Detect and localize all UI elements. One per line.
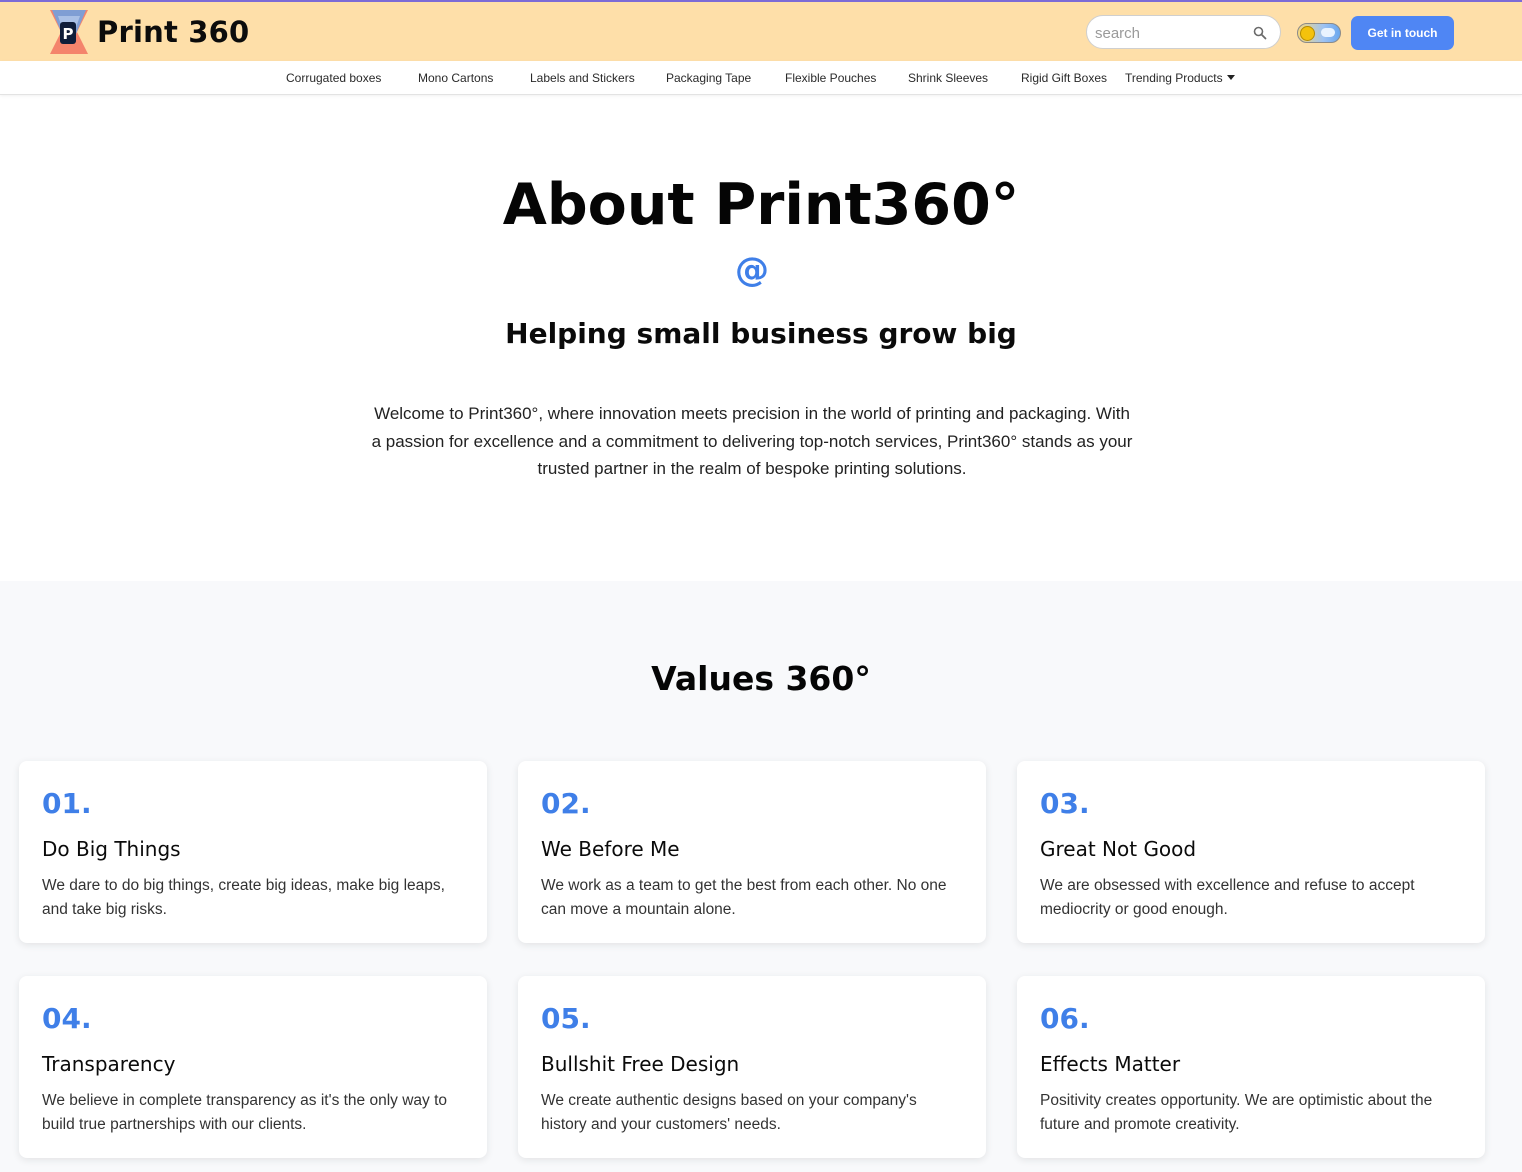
get-in-touch-button[interactable]: Get in touch: [1351, 16, 1454, 50]
nav-item-shrink-sleeves[interactable]: Shrink Sleeves: [908, 71, 988, 85]
sun-icon: [1300, 26, 1315, 41]
value-description: We are obsessed with excellence and refu…: [1040, 877, 1415, 918]
value-title: Great Not Good: [1040, 837, 1197, 861]
caret-down-icon: [1226, 75, 1235, 80]
nav-item-labels-and-stickers[interactable]: Labels and Stickers: [530, 71, 635, 85]
svg-text:P: P: [63, 25, 74, 43]
brand-name: Print 360: [97, 15, 250, 49]
value-title: Do Big Things: [42, 837, 181, 861]
cloud-icon: [1321, 28, 1335, 37]
page-title: About Print360°: [502, 172, 1020, 238]
search-box: [1086, 15, 1281, 49]
search-icon[interactable]: [1253, 25, 1267, 40]
search-input[interactable]: [1095, 23, 1250, 43]
value-number: 06.: [1040, 1002, 1090, 1035]
value-description: We work as a team to get the best from e…: [541, 877, 947, 918]
values-title: Values 360°: [651, 659, 871, 698]
value-card: 03. Great Not Good We are obsessed with …: [1017, 761, 1485, 943]
theme-toggle[interactable]: [1297, 23, 1341, 43]
value-card: 04. Transparency We believe in complete …: [19, 976, 487, 1158]
print360-logo: P: [50, 10, 88, 54]
value-title: We Before Me: [541, 837, 680, 861]
value-title: Transparency: [42, 1052, 176, 1076]
top-header: P Print 360 Get in touch: [0, 0, 1522, 61]
trending-products-label: Trending Products: [1125, 71, 1223, 85]
nav-item-corrugated-boxes[interactable]: Corrugated boxes: [286, 71, 381, 85]
value-description: We dare to do big things, create big ide…: [42, 877, 445, 918]
value-card: 01. Do Big Things We dare to do big thin…: [19, 761, 487, 943]
value-title: Effects Matter: [1040, 1052, 1181, 1076]
hero-description: Welcome to Print360°, where innovation m…: [371, 404, 1133, 478]
value-number: 05.: [541, 1002, 591, 1035]
value-card: 02. We Before Me We work as a team to ge…: [518, 761, 986, 943]
nav-item-trending-products[interactable]: Trending Products: [1125, 71, 1235, 85]
hero-subtitle: Helping small business grow big: [505, 317, 1017, 350]
nav-item-flexible-pouches[interactable]: Flexible Pouches: [785, 71, 876, 85]
value-title: Bullshit Free Design: [541, 1052, 740, 1076]
brand[interactable]: P Print 360: [50, 10, 249, 54]
value-number: 01.: [42, 787, 92, 820]
value-number: 03.: [1040, 787, 1090, 820]
nav-item-rigid-gift-boxes[interactable]: Rigid Gift Boxes: [1021, 71, 1107, 85]
value-number: 02.: [541, 787, 591, 820]
nav-item-mono-cartons[interactable]: Mono Cartons: [418, 71, 493, 85]
value-description: Positivity creates opportunity. We are o…: [1040, 1092, 1433, 1133]
value-card: 05. Bullshit Free Design We create authe…: [518, 976, 986, 1158]
value-card: 06. Effects Matter Positivity creates op…: [1017, 976, 1485, 1158]
values-section: Values 360° 01. Do Big Things We dare to…: [0, 581, 1522, 1172]
at-sign-icon: @: [735, 250, 769, 290]
category-nav: Corrugated boxes Mono Cartons Labels and…: [0, 61, 1522, 95]
value-number: 04.: [42, 1002, 92, 1035]
value-description: We believe in complete transparency as i…: [42, 1092, 448, 1133]
value-description: We create authentic designs based on you…: [541, 1092, 917, 1133]
nav-item-packaging-tape[interactable]: Packaging Tape: [666, 71, 751, 85]
